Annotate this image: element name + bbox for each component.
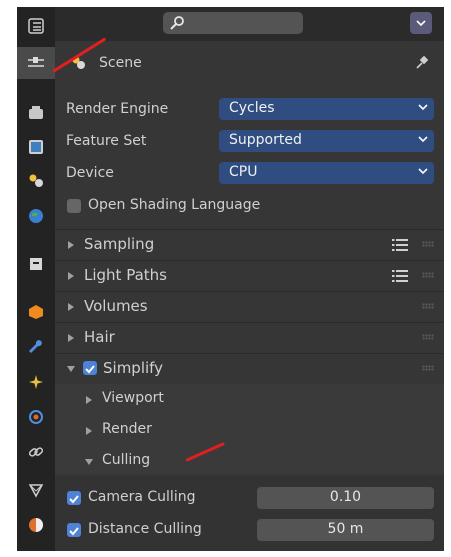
subpanel-viewport[interactable]: Viewport [55, 385, 444, 415]
tab-constraints[interactable] [17, 437, 55, 467]
tab-world[interactable] [17, 201, 55, 231]
drag-handle-icon[interactable] [422, 303, 434, 309]
subpanel-viewport-label: Viewport [102, 390, 164, 406]
tab-data[interactable] [17, 475, 55, 505]
panel-hair-label: Hair [84, 328, 115, 346]
device-value: CPU [229, 164, 258, 180]
collapse-triangle-icon [85, 459, 93, 465]
presets-list-icon[interactable] [392, 269, 408, 283]
panel-sampling-label: Sampling [84, 235, 155, 253]
wrench-icon [29, 340, 42, 353]
expand-triangle-icon [68, 241, 74, 249]
mesh-data-icon [28, 484, 44, 498]
scene-label: Scene [99, 55, 142, 71]
collection-icon [30, 258, 42, 270]
context-breadcrumb: Scene [55, 46, 444, 84]
tab-object[interactable] [17, 297, 55, 327]
chevron-down-icon [416, 20, 426, 26]
panel-sampling[interactable]: Sampling [55, 230, 444, 260]
object-icon [29, 305, 43, 319]
search-input[interactable] [163, 12, 303, 34]
panel-light-paths[interactable]: Light Paths [55, 261, 444, 291]
distance-culling-value-field[interactable]: 50 m [257, 519, 434, 541]
collapse-triangle-icon [67, 366, 75, 372]
camera-culling-checkbox[interactable] [67, 491, 81, 505]
subpanel-culling[interactable]: Culling [55, 447, 444, 477]
expand-triangle-icon [68, 272, 74, 280]
editor-type-button[interactable] [17, 11, 55, 41]
distance-culling-value: 50 m [327, 521, 364, 537]
options-dropdown-button[interactable] [410, 12, 432, 34]
tab-particles[interactable] [17, 367, 55, 397]
drag-handle-icon[interactable] [422, 334, 434, 340]
world-icon [29, 209, 43, 223]
tab-modifiers[interactable] [17, 332, 55, 362]
chevron-down-icon [418, 168, 428, 174]
outliner-icon [28, 18, 44, 34]
camera-culling-value-field[interactable]: 0.10 [257, 487, 434, 509]
render-engine-label: Render Engine [66, 101, 169, 117]
tab-material[interactable] [17, 510, 55, 540]
link-icon [28, 447, 44, 457]
tab-render-active[interactable] [17, 47, 55, 79]
subpanel-render[interactable]: Render [55, 416, 444, 446]
panel-simplify-label: Simplify [103, 359, 164, 377]
tab-output[interactable] [17, 132, 55, 162]
tab-scene[interactable] [17, 166, 55, 196]
feature-set-select[interactable]: Supported [219, 130, 434, 152]
panel-light-paths-label: Light Paths [84, 266, 167, 284]
panel-volumes-label: Volumes [84, 297, 148, 315]
tool-icon [28, 57, 44, 67]
tab-physics[interactable] [17, 402, 55, 432]
tab-collection[interactable] [17, 249, 55, 279]
panel-volumes[interactable]: Volumes [55, 292, 444, 322]
feature-set-value: Supported [229, 132, 302, 148]
expand-triangle-icon [86, 427, 92, 435]
distance-culling-checkbox[interactable] [67, 523, 81, 537]
device-select[interactable]: CPU [219, 162, 434, 184]
drag-handle-icon[interactable] [422, 241, 434, 247]
properties-tab-bar [17, 7, 55, 551]
camera-culling-label: Camera Culling [88, 489, 196, 505]
checkmark-icon [69, 495, 79, 504]
presets-list-icon[interactable] [392, 238, 408, 252]
chevron-down-icon [418, 104, 428, 110]
output-icon [29, 140, 43, 154]
device-label: Device [66, 165, 114, 181]
camera-culling-value: 0.10 [329, 489, 362, 505]
osl-label: Open Shading Language [88, 197, 261, 213]
particles-icon [29, 375, 43, 389]
render-icon [29, 106, 43, 119]
subpanel-render-label: Render [102, 421, 152, 437]
render-engine-select[interactable]: Cycles [219, 98, 434, 120]
subpanel-culling-label: Culling [102, 452, 151, 468]
distance-culling-label: Distance Culling [88, 521, 202, 537]
drag-handle-icon[interactable] [422, 272, 434, 278]
osl-checkbox[interactable] [67, 199, 81, 213]
physics-icon [29, 410, 43, 424]
expand-triangle-icon [68, 303, 74, 311]
material-icon [29, 518, 43, 532]
expand-triangle-icon [86, 396, 92, 404]
panel-simplify[interactable]: Simplify [55, 354, 444, 384]
chevron-down-icon [418, 136, 428, 142]
expand-triangle-icon [68, 334, 74, 342]
feature-set-label: Feature Set [66, 133, 147, 149]
drag-handle-icon[interactable] [422, 365, 434, 371]
search-icon [170, 16, 184, 30]
tab-render[interactable] [17, 98, 55, 128]
render-engine-value: Cycles [229, 100, 275, 116]
checkmark-icon [85, 365, 95, 374]
panel-hair[interactable]: Hair [55, 323, 444, 353]
checkmark-icon [69, 527, 79, 536]
pin-icon[interactable] [414, 55, 430, 71]
scene-icon [29, 174, 43, 187]
simplify-checkbox[interactable] [83, 361, 97, 375]
